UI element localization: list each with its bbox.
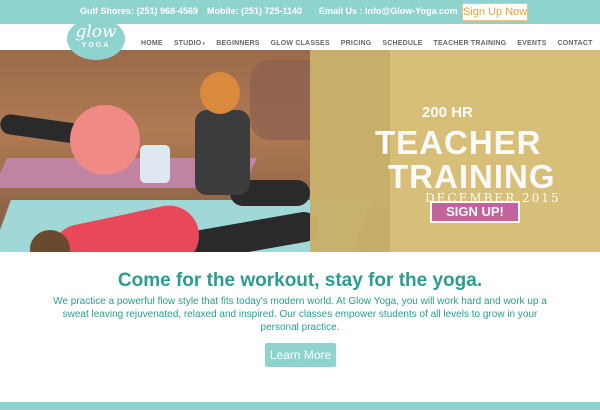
nav-item-studio-label: STUDIO	[173, 40, 202, 47]
hero-photo-bag	[140, 145, 170, 183]
glow-yoga-logo[interactable]: glow YOGA	[67, 18, 125, 60]
gulf-shores-phone: Gulf Shores: (251) 968-4569	[80, 6, 199, 16]
hero-photo-instructor	[200, 72, 240, 114]
nav-item-studio[interactable]: STUDIO▾	[174, 40, 205, 47]
nav-item-events[interactable]: EVENTS	[517, 40, 546, 47]
hero-photo-instructor	[195, 110, 250, 195]
nav-item-beginners[interactable]: BEGINNERS	[216, 40, 259, 47]
nav-item-glow-classes[interactable]: GLOW CLASSES	[271, 40, 330, 47]
learn-more-button[interactable]: Learn More	[265, 343, 336, 367]
footer-strip	[0, 402, 600, 410]
intro-section: Come for the workout, stay for the yoga.…	[0, 252, 600, 402]
nav-item-contact[interactable]: CONTACT	[558, 40, 593, 47]
sign-up-now-button[interactable]: Sign Up Now	[462, 3, 528, 21]
logo-wordmark-yoga: YOGA	[81, 42, 111, 49]
nav-menu: HOME STUDIO▾ BEGINNERS GLOW CLASSES PRICING S…	[141, 32, 600, 47]
chevron-down-icon: ▾	[202, 41, 206, 47]
intro-headline: Come for the workout, stay for the yoga.	[117, 270, 483, 291]
promo-hours: 200 HR	[422, 104, 473, 121]
promo-sign-up-button[interactable]: SIGN UP!	[430, 201, 520, 223]
hero-banner: 200 HR TEACHER TRAINING DECEMBER 2015 SI…	[0, 50, 600, 252]
email-link[interactable]: Email Us : Info@Glow-Yoga.com	[319, 6, 458, 16]
promo-title-teacher: TEACHER	[375, 124, 542, 161]
teacher-training-promo: 200 HR TEACHER TRAINING DECEMBER 2015 SI…	[310, 50, 600, 252]
nav-item-teacher-training[interactable]: TEACHER TRAINING	[433, 40, 506, 47]
nav-item-home[interactable]: HOME	[141, 40, 163, 47]
intro-paragraph: We practice a powerful flow style that f…	[53, 296, 547, 333]
nav-item-schedule[interactable]: SCHEDULE	[382, 40, 422, 47]
hero-photo-student	[70, 105, 140, 175]
mobile-phone: Mobile: (251) 725-1140	[207, 6, 303, 16]
nav-item-pricing[interactable]: PRICING	[341, 40, 372, 47]
logo-wordmark-glow: glow	[75, 22, 117, 42]
